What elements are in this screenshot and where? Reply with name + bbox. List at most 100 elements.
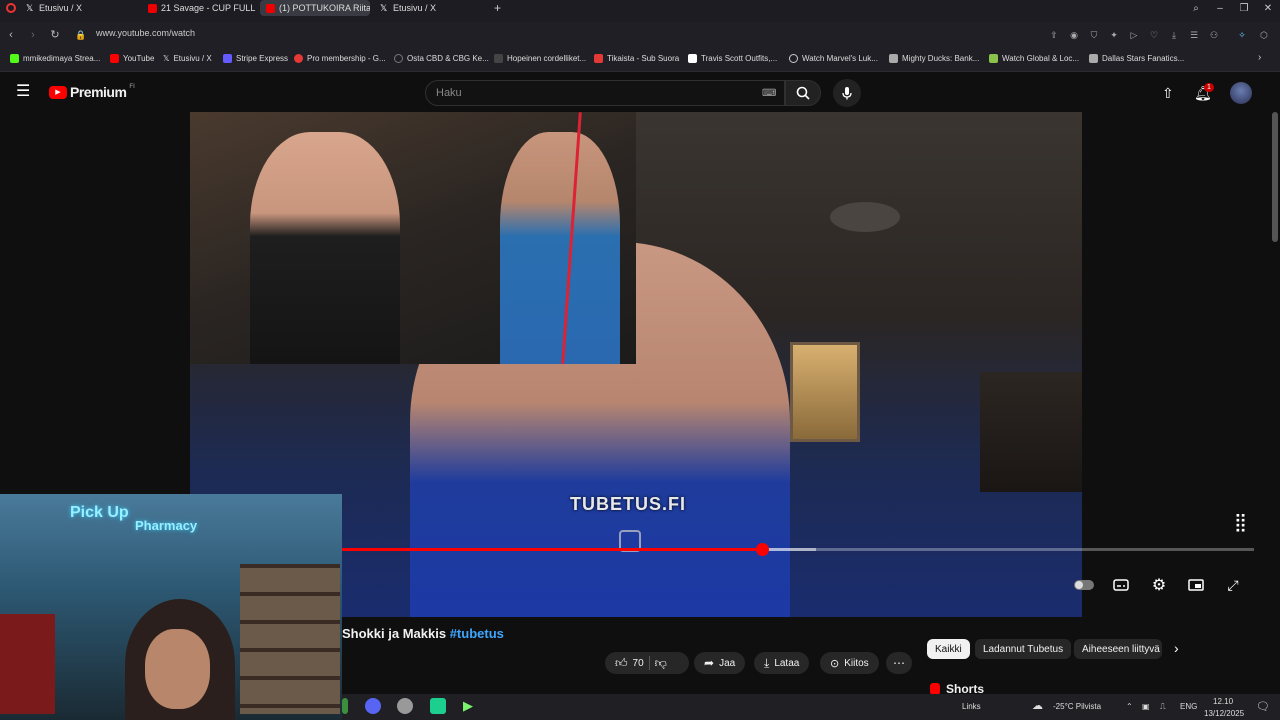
youtube-play-icon: ▶ bbox=[49, 85, 67, 99]
region-code: FI bbox=[129, 84, 135, 90]
bookmark-1[interactable]: mmikedimaya Strea... bbox=[10, 54, 100, 63]
chip-related[interactable]: Aiheeseen liittyvä bbox=[1074, 639, 1162, 659]
chip-uploaded-by[interactable]: Ladannut Tubetus bbox=[975, 639, 1072, 659]
settings-gear-icon[interactable]: ⚙ bbox=[1150, 576, 1168, 594]
bookmark-13[interactable]: Dallas Stars Fanatics... bbox=[1089, 54, 1184, 63]
taskbar-app-green-icon[interactable] bbox=[342, 698, 348, 714]
hamburger-menu-icon[interactable]: ☰ bbox=[16, 84, 30, 100]
camera-icon[interactable]: ◉ bbox=[1068, 29, 1080, 41]
video-title: Shokki ja Makkis #tubetus bbox=[342, 626, 504, 641]
voice-search-button[interactable] bbox=[833, 79, 861, 107]
upload-icon[interactable]: ⇧ bbox=[1162, 85, 1174, 102]
like-count[interactable]: 70 bbox=[633, 658, 644, 669]
inset-person-right bbox=[500, 132, 620, 364]
search-tabs-icon[interactable]: ⌕ bbox=[1184, 0, 1208, 16]
minimize-icon[interactable]: – bbox=[1208, 0, 1232, 16]
menu-icon[interactable]: ☰ bbox=[1188, 29, 1200, 41]
windows-taskbar bbox=[342, 694, 1280, 720]
bookmark-8[interactable]: Tikaista - Sub Suora bbox=[594, 54, 679, 63]
tab-3-active[interactable]: (1) POTTUKOIRA Riita bbox=[260, 0, 370, 16]
tray-network-icon[interactable]: ⎍ bbox=[1160, 702, 1166, 712]
weather-text[interactable]: -25°C Pilvista bbox=[1053, 702, 1101, 711]
taskbar-app-grey-icon[interactable] bbox=[397, 698, 413, 714]
profile-icon[interactable]: ⚇ bbox=[1208, 29, 1220, 41]
bookmark-10[interactable]: Watch Marvel's Luk... bbox=[789, 54, 878, 63]
game-icon bbox=[989, 54, 998, 63]
extension-icon[interactable]: ✦ bbox=[1108, 29, 1120, 41]
bookmark-4[interactable]: Stripe Express bbox=[223, 54, 288, 63]
more-dots-icon: ⋯ bbox=[893, 656, 905, 670]
bookmark-9[interactable]: Travis Scott Outfits,... bbox=[688, 54, 777, 63]
taskbar-discord-icon[interactable] bbox=[365, 698, 381, 714]
thanks-button[interactable]: ⊙ Kiitos bbox=[820, 652, 879, 674]
miniplayer-icon[interactable] bbox=[1187, 576, 1205, 594]
scrubber-handle[interactable] bbox=[755, 543, 769, 556]
url-field[interactable]: www.youtube.com/watch bbox=[96, 28, 195, 38]
x-logo-icon: 𝕏 bbox=[26, 2, 34, 13]
bookmark-2[interactable]: YouTube bbox=[110, 54, 154, 63]
page-scrollbar[interactable] bbox=[1272, 112, 1278, 242]
youtube-logo[interactable]: ▶ Premium FI bbox=[49, 84, 135, 100]
tv-icon bbox=[594, 54, 603, 63]
search-button[interactable] bbox=[785, 80, 821, 106]
taskbar-app-teal-icon[interactable] bbox=[430, 698, 446, 714]
aria-icon[interactable]: ✧ bbox=[1236, 29, 1248, 41]
chip-all[interactable]: Kaikki bbox=[927, 639, 970, 659]
bookmark-5[interactable]: Pro membership - G... bbox=[294, 54, 386, 63]
download-icon: ⤓ bbox=[764, 655, 770, 670]
taskbar-app-play-icon[interactable]: ▶ bbox=[463, 698, 479, 714]
avatar[interactable] bbox=[1230, 82, 1252, 104]
more-actions-button[interactable]: ⋯ bbox=[886, 652, 912, 674]
video-hashtag[interactable]: #tubetus bbox=[450, 626, 504, 641]
bookmark-12[interactable]: Watch Global & Loc... bbox=[989, 54, 1079, 63]
back-icon[interactable]: ‹ bbox=[4, 28, 18, 42]
reload-icon[interactable]: ↻ bbox=[48, 28, 62, 42]
bookmark-label: Travis Scott Outfits,... bbox=[701, 54, 778, 63]
forward-icon[interactable]: › bbox=[26, 28, 40, 42]
bookmark-7[interactable]: Hopeinen cordelliket... bbox=[494, 54, 586, 63]
bookmark-6[interactable]: Osta CBD & CBG Ke... bbox=[394, 54, 489, 63]
taskbar-clock-date[interactable]: 13/12/2025 bbox=[1204, 709, 1244, 718]
download-button[interactable]: ⤓ Lataa bbox=[754, 652, 810, 674]
keyboard-icon[interactable]: ⌨ bbox=[762, 88, 776, 99]
x-logo-icon: 𝕏 bbox=[163, 54, 170, 63]
webcam-shelves bbox=[240, 564, 340, 714]
subtitles-icon[interactable] bbox=[1112, 576, 1130, 594]
opera-logo-icon[interactable] bbox=[6, 3, 16, 13]
thumbs-down-icon[interactable]: 👎︎ bbox=[655, 656, 667, 671]
play-icon[interactable]: ▷ bbox=[1128, 29, 1140, 41]
taskbar-links[interactable]: Links bbox=[962, 702, 981, 711]
tab-2[interactable]: 21 Savage - CUP FULL (Off bbox=[142, 0, 258, 16]
chips-next-icon[interactable]: › bbox=[1174, 640, 1179, 656]
tray-display-icon[interactable]: ▣ bbox=[1142, 702, 1150, 711]
tray-chevron-icon[interactable]: ⌃ bbox=[1126, 702, 1133, 711]
fullscreen-icon[interactable]: ⤢ bbox=[1224, 576, 1242, 594]
notification-center-icon[interactable]: 🗨︎ bbox=[1256, 700, 1270, 713]
thanks-label: Kiitos bbox=[844, 657, 869, 669]
taskbar-clock-time[interactable]: 12.10 bbox=[1213, 697, 1233, 706]
restore-icon[interactable]: ❐ bbox=[1232, 0, 1256, 16]
like-dislike-group: 👍︎ 70 👎︎ bbox=[605, 652, 689, 674]
thumbs-up-icon[interactable]: 👍︎ bbox=[615, 656, 628, 671]
share-button[interactable]: ➦ Jaa bbox=[694, 652, 746, 674]
bookmark-11[interactable]: Mighty Ducks: Bank... bbox=[889, 54, 979, 63]
microphone-icon bbox=[842, 87, 852, 100]
video-inset-overlay bbox=[190, 112, 636, 364]
search-input[interactable]: Haku bbox=[425, 80, 785, 106]
tab-1[interactable]: 𝕏 Etusivu / X bbox=[20, 0, 138, 16]
video-scene-shelf bbox=[980, 372, 1082, 492]
settings-icon[interactable]: ⬡ bbox=[1258, 29, 1270, 41]
new-tab-icon[interactable]: + bbox=[494, 1, 501, 15]
share-icon[interactable]: ⇪ bbox=[1048, 29, 1060, 41]
close-icon[interactable]: ✕ bbox=[1256, 0, 1280, 16]
autoplay-toggle[interactable] bbox=[1073, 576, 1095, 594]
chapters-icon[interactable]: ⣿ bbox=[1234, 512, 1247, 533]
shield-icon[interactable]: ⛉ bbox=[1088, 29, 1100, 41]
bookmark-3[interactable]: 𝕏 Etusivu / X bbox=[163, 54, 212, 63]
heart-icon[interactable]: ♡ bbox=[1148, 29, 1160, 41]
tab-2-label: 21 Savage - CUP FULL (Off bbox=[161, 3, 258, 13]
language-indicator[interactable]: ENG bbox=[1180, 702, 1197, 711]
download-icon[interactable]: ⤓ bbox=[1168, 29, 1180, 41]
tab-4[interactable]: 𝕏 Etusivu / X bbox=[374, 0, 484, 16]
bookmarks-more-icon[interactable]: › bbox=[1258, 52, 1261, 63]
